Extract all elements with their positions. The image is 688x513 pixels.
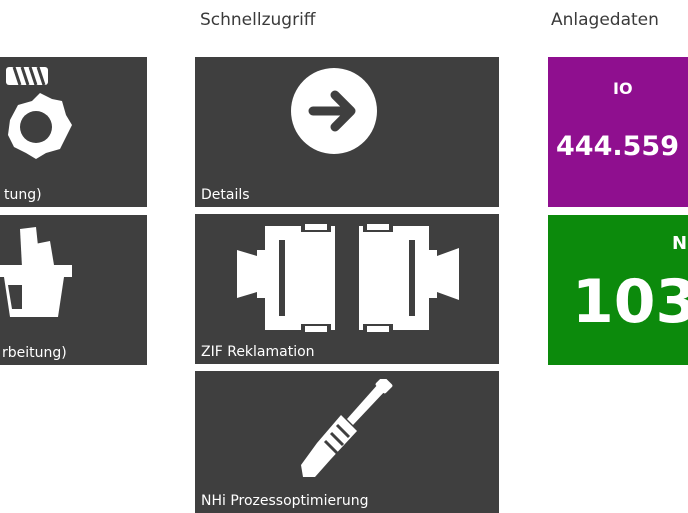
connector-icon	[237, 222, 459, 334]
tile-nhi-prozessoptimierung-label: NHi Prozessoptimierung	[201, 493, 369, 509]
kpi-nio-value: 103	[572, 267, 688, 337]
gear-spring-icon	[6, 66, 72, 159]
basket-icon	[0, 227, 72, 317]
tile-zif-reklamation[interactable]: ZIF Reklamation	[195, 214, 499, 364]
tile-details-label: Details	[201, 187, 250, 203]
tile-zif-reklamation-label: ZIF Reklamation	[201, 344, 315, 360]
tile-left-2-label: rbeitung)	[2, 345, 67, 361]
tile-left-1-label: tung)	[4, 187, 42, 203]
tile-left-1[interactable]: tung)	[0, 57, 147, 207]
kpi-nio-label: N	[672, 233, 688, 254]
tile-nhi-prozessoptimierung[interactable]: NHi Prozessoptimierung	[195, 371, 499, 513]
tile-details[interactable]: Details	[195, 57, 499, 207]
screwdriver-icon	[301, 379, 393, 477]
kpi-tile-io[interactable]: IO 444.559	[548, 57, 688, 207]
kpi-tile-nio[interactable]: N 103	[548, 215, 688, 365]
group-title-schnellzugriff: Schnellzugriff	[200, 10, 316, 30]
tile-left-2[interactable]: rbeitung)	[0, 215, 147, 365]
group-title-anlagedaten: Anlagedaten	[551, 10, 659, 30]
kpi-io-label: IO	[613, 79, 633, 98]
arrow-right-circle-icon	[291, 68, 377, 154]
kpi-io-value: 444.559	[556, 131, 679, 162]
